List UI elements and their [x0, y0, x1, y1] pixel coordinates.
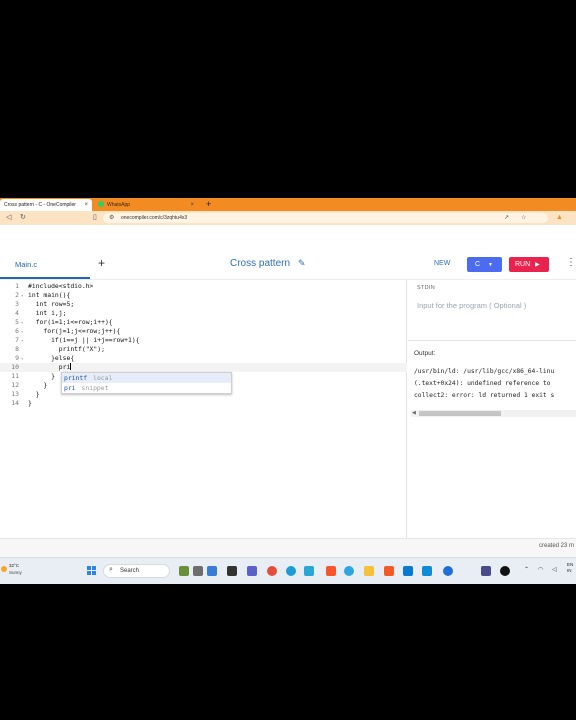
- share-icon[interactable]: ↗: [504, 213, 509, 223]
- speaker-icon[interactable]: ◁: [552, 566, 557, 573]
- code-line: 3 int row=5;: [15, 300, 75, 308]
- taskbar: 32°C Sunny ⌕ Search ⌃ ◠ ◁ EN IN: [0, 557, 576, 584]
- run-label: RUN: [515, 261, 531, 268]
- text-caret: [70, 363, 72, 370]
- weather-description: Sunny: [9, 570, 22, 575]
- tray-text: IN: [567, 568, 572, 573]
- vscode-icon[interactable]: [403, 566, 413, 576]
- add-file-button[interactable]: +: [98, 256, 105, 270]
- play-icon: ▶: [535, 262, 540, 268]
- taskbar-search[interactable]: ⌕ Search: [103, 564, 170, 578]
- browser-tab-whatsapp[interactable]: WhatsApp ×: [94, 199, 198, 211]
- weather-temperature: 32°C: [9, 563, 20, 568]
- code-line: 7 ▾ if(i==j || i+j==row+1){: [15, 336, 140, 344]
- stdin-label: STDIN: [417, 285, 435, 291]
- page-footer: created 23 m: [0, 538, 576, 557]
- sun-icon[interactable]: [1, 566, 7, 572]
- autocomplete-item[interactable]: printf local: [62, 373, 231, 383]
- created-timestamp: created 23 m: [539, 543, 575, 549]
- widgets-icon[interactable]: [179, 566, 189, 576]
- code-line: 2 ▾ int main(){: [15, 291, 71, 299]
- file-tab-main[interactable]: Main.c: [15, 260, 37, 269]
- task-view-icon[interactable]: [193, 566, 203, 576]
- file-tab-underline: [0, 277, 90, 279]
- code-line: 5 ▾ for(i=1;i<=row;i++){: [15, 318, 113, 326]
- url-text: onecompiler.com/c/3zqhtu4x3: [121, 215, 188, 221]
- run-button[interactable]: RUN ▶: [509, 257, 549, 272]
- more-options-icon[interactable]: ⋮: [566, 257, 576, 268]
- app-icon[interactable]: [384, 566, 394, 576]
- new-button[interactable]: NEW: [434, 260, 450, 267]
- brave-icon[interactable]: [326, 566, 336, 576]
- language-label: C: [475, 261, 481, 268]
- scrollbar-thumb[interactable]: [419, 411, 501, 416]
- panel-divider: [408, 340, 576, 341]
- address-bar[interactable]: ⚙ onecompiler.com/c/3zqhtu4x3 ↗ ☆: [103, 213, 548, 223]
- browser-tab-onecompiler[interactable]: Cross pattern - C - OneCompiler ×: [0, 199, 92, 211]
- teams-icon[interactable]: [247, 566, 257, 576]
- bookmark-icon[interactable]: ▯: [93, 213, 97, 223]
- code-line: 14}: [11, 399, 32, 407]
- output-label: Output:: [414, 350, 436, 357]
- autocomplete-dropdown: printf local pri snippet: [61, 372, 232, 394]
- reload-icon[interactable]: ↻: [20, 213, 26, 223]
- app-icon[interactable]: [422, 566, 432, 576]
- code-line-active: 10 pri: [0, 363, 407, 372]
- code-line: 1 #include<stdio.h>: [15, 282, 94, 290]
- new-tab-button[interactable]: +: [206, 198, 211, 211]
- windows-start-icon[interactable]: [87, 566, 97, 576]
- autocomplete-item[interactable]: pri snippet: [62, 383, 231, 393]
- skype-icon[interactable]: [286, 566, 296, 576]
- chevron-up-icon[interactable]: ⌃: [524, 566, 529, 573]
- code-editor[interactable]: 1 #include<stdio.h> 2 ▾ int main(){ 3 int r…: [0, 280, 407, 538]
- telegram-icon[interactable]: [344, 566, 354, 576]
- output-line: /usr/bin/ld: /usr/lib/gcc/x86_64-linu: [414, 368, 555, 375]
- app-icon[interactable]: [500, 566, 510, 576]
- app-icon[interactable]: [304, 566, 314, 576]
- system-tray-language[interactable]: EN IN: [567, 562, 573, 574]
- chevron-down-icon: ▼: [488, 262, 493, 268]
- output-line: (.text+0x24): undefined reference to: [414, 380, 551, 387]
- search-icon: ⌕: [109, 566, 113, 573]
- code-line: 8 printf("X");: [15, 345, 105, 353]
- app-header: Main.c + Cross pattern ✎ NEW C ▼ RUN ▶ ⋮: [0, 250, 576, 280]
- browser-window: Cross pattern - C - OneCompiler × WhatsA…: [0, 198, 576, 584]
- pencil-icon[interactable]: ✎: [298, 258, 306, 269]
- star-icon[interactable]: ☆: [521, 213, 526, 223]
- browser-toolbar: ◁ ↻ ▯ ⚙ onecompiler.com/c/3zqhtu4x3 ↗ ☆ …: [0, 211, 576, 225]
- app-icon[interactable]: [227, 566, 237, 576]
- extension-icon[interactable]: ▲: [556, 213, 563, 223]
- scroll-left-icon[interactable]: ◀: [412, 410, 416, 417]
- site-info-icon[interactable]: ⚙: [109, 213, 114, 223]
- language-select[interactable]: C ▼: [467, 257, 502, 272]
- close-icon[interactable]: ×: [190, 199, 194, 211]
- output-scrollbar[interactable]: ◀: [411, 410, 576, 417]
- browser-tab-strip: Cross pattern - C - OneCompiler × WhatsA…: [0, 198, 576, 211]
- code-line: 4 int i,j;: [15, 309, 67, 317]
- page-title: Cross pattern: [230, 258, 291, 269]
- wifi-icon[interactable]: ◠: [538, 566, 543, 573]
- stdin-input[interactable]: Input for the program ( Optional ): [417, 301, 526, 310]
- app-icon[interactable]: [481, 566, 491, 576]
- tab-title: WhatsApp: [107, 202, 131, 208]
- back-icon[interactable]: ◁: [6, 213, 11, 223]
- output-line: collect2: error: ld returned 1 exit s: [414, 392, 555, 399]
- tab-title: Cross pattern - C - OneCompiler: [4, 202, 76, 208]
- whatsapp-icon: [98, 201, 104, 207]
- search-label: Search: [120, 568, 140, 574]
- code-line: 6 ▾ for(j=1;j<=row;j++){: [15, 327, 121, 335]
- notification-icon[interactable]: [443, 566, 453, 576]
- code-line: 9 ▾ }else{: [15, 354, 75, 362]
- app-icon[interactable]: [207, 566, 217, 576]
- file-explorer-icon[interactable]: [364, 566, 374, 576]
- close-icon[interactable]: ×: [84, 199, 88, 211]
- chrome-icon[interactable]: [267, 566, 277, 576]
